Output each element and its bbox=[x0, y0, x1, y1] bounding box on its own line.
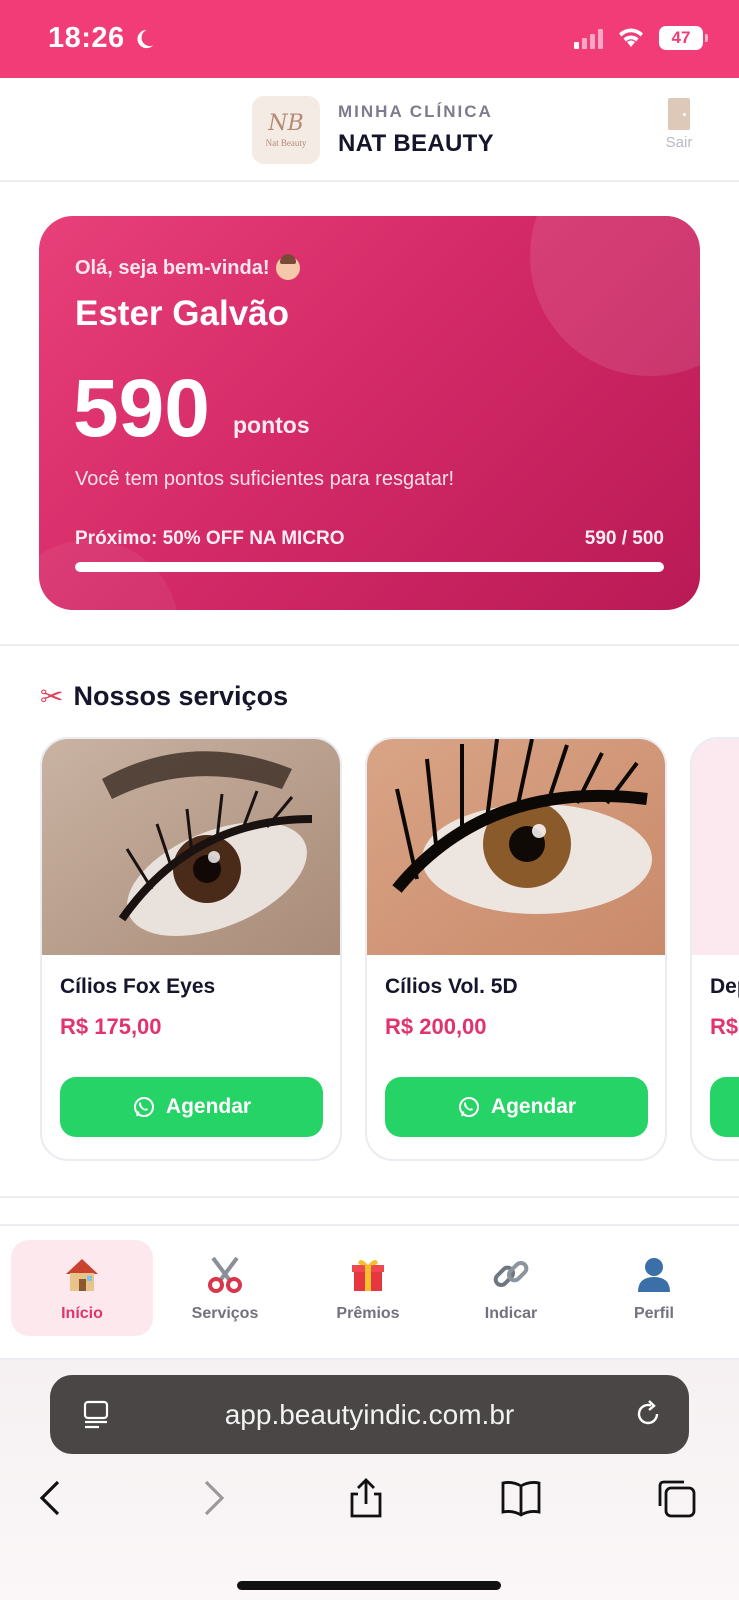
book-button-label: Agendar bbox=[165, 1095, 252, 1118]
section-divider bbox=[0, 1196, 739, 1198]
services-carousel[interactable]: Cílios Fox Eyes R$ 175,00 Agendar Cílios… bbox=[0, 737, 739, 1162]
service-name: Cílios Fox Eyes bbox=[60, 975, 216, 998]
bottom-nav: Início Serviços Prêmios Indicar Perfil bbox=[0, 1224, 739, 1360]
progress-bar bbox=[75, 562, 664, 572]
eye-photo bbox=[42, 739, 340, 955]
service-name: Cílios Vol. 5D bbox=[385, 975, 518, 998]
service-card[interactable]: Cílios Vol. 5D R$ 200,00 Agendar bbox=[365, 737, 667, 1161]
eye-photo bbox=[367, 739, 665, 955]
next-reward-label: Próximo: 50% OFF NA MICRO bbox=[75, 528, 345, 549]
nav-item-inicio[interactable]: Início bbox=[11, 1240, 153, 1336]
service-card[interactable]: Dep R$ bbox=[690, 737, 739, 1161]
logo-monogram: NB bbox=[268, 110, 304, 136]
user-name: Ester Galvão bbox=[75, 294, 289, 333]
battery-icon: 47 bbox=[659, 26, 708, 50]
status-time: 18:26 bbox=[48, 22, 155, 55]
logo-wordmark: Nat Beauty bbox=[265, 137, 307, 148]
reload-icon[interactable] bbox=[633, 1399, 663, 1429]
points-card: Olá, seja bem-vinda! Ester Galvão 590 po… bbox=[39, 216, 700, 610]
service-name: Dep bbox=[710, 975, 739, 998]
url-bar[interactable]: app.beautyindic.com.br bbox=[50, 1375, 689, 1454]
clinic-kicker: MINHA CLÍNICA bbox=[338, 102, 493, 121]
share-icon[interactable] bbox=[344, 1476, 388, 1520]
nav-label: Prêmios bbox=[336, 1305, 400, 1322]
door-icon bbox=[668, 98, 690, 130]
nav-item-premios[interactable]: Prêmios bbox=[297, 1240, 439, 1336]
service-image bbox=[42, 739, 340, 955]
browser-chrome: app.beautyindic.com.br bbox=[0, 1360, 739, 1600]
exit-button[interactable]: Sair bbox=[659, 98, 699, 151]
decorative-circle bbox=[530, 216, 700, 376]
nav-label: Perfil bbox=[633, 1305, 674, 1322]
moon-icon bbox=[137, 29, 153, 48]
nav-label: Serviços bbox=[191, 1305, 259, 1322]
scissors-icon: ✂ bbox=[40, 681, 64, 712]
services-title: ✂ Nossos serviços bbox=[40, 680, 288, 713]
points-unit: pontos bbox=[233, 412, 310, 438]
section-divider bbox=[0, 644, 739, 646]
service-price: R$ 175,00 bbox=[60, 1014, 162, 1039]
home-indicator bbox=[237, 1581, 501, 1590]
wifi-icon bbox=[619, 28, 643, 47]
status-indicators: 47 bbox=[574, 26, 708, 50]
back-icon[interactable] bbox=[30, 1476, 74, 1520]
status-bar: 18:26 47 bbox=[0, 0, 739, 78]
link-icon bbox=[493, 1260, 529, 1288]
book-button-label: Agendar bbox=[490, 1095, 577, 1118]
services-title-text: Nossos serviços bbox=[73, 681, 289, 711]
gift-icon bbox=[352, 1259, 384, 1291]
progress-fill bbox=[75, 562, 664, 572]
nav-item-servicos[interactable]: Serviços bbox=[154, 1240, 296, 1336]
nav-item-indicar[interactable]: Indicar bbox=[440, 1240, 582, 1336]
whatsapp-icon bbox=[458, 1097, 479, 1117]
exit-label: Sair bbox=[665, 134, 693, 151]
book-whatsapp-button[interactable]: Agendar bbox=[60, 1077, 323, 1137]
book-whatsapp-button[interactable]: Agendar bbox=[385, 1077, 648, 1137]
points-message: Você tem pontos suficientes para resgata… bbox=[75, 468, 455, 490]
nav-item-perfil[interactable]: Perfil bbox=[583, 1240, 725, 1336]
woman-raising-hand-icon bbox=[275, 254, 300, 280]
clinic-name: NAT BEAUTY bbox=[338, 130, 494, 157]
progress-text: 590 / 500 bbox=[584, 528, 664, 549]
greeting-text: Olá, seja bem-vinda! bbox=[75, 256, 270, 279]
points-value: 590 bbox=[73, 363, 210, 454]
scissors-icon bbox=[208, 1256, 242, 1293]
book-whatsapp-button[interactable] bbox=[710, 1077, 739, 1137]
service-price: R$ 200,00 bbox=[385, 1014, 487, 1039]
house-icon bbox=[66, 1259, 98, 1291]
service-image bbox=[692, 739, 739, 955]
signal-icon bbox=[574, 27, 603, 49]
greeting: Olá, seja bem-vinda! bbox=[75, 254, 300, 280]
service-price: R$ bbox=[710, 1014, 739, 1039]
service-card[interactable]: Cílios Fox Eyes R$ 175,00 Agendar bbox=[40, 737, 342, 1161]
clinic-logo: NB Nat Beauty bbox=[252, 96, 320, 164]
clock-label: 18:26 bbox=[48, 22, 125, 54]
forward-icon[interactable] bbox=[190, 1476, 234, 1520]
url-text: app.beautyindic.com.br bbox=[224, 1399, 515, 1430]
service-image bbox=[367, 739, 665, 955]
decorative-circle bbox=[39, 540, 179, 610]
nav-label: Início bbox=[61, 1305, 103, 1322]
tabs-icon[interactable] bbox=[654, 1476, 698, 1520]
person-icon bbox=[638, 1258, 670, 1292]
whatsapp-icon bbox=[133, 1097, 154, 1117]
bookmarks-icon[interactable] bbox=[499, 1476, 543, 1520]
app-header: NB Nat Beauty MINHA CLÍNICA NAT BEAUTY S… bbox=[0, 78, 739, 182]
nav-label: Indicar bbox=[484, 1305, 538, 1322]
